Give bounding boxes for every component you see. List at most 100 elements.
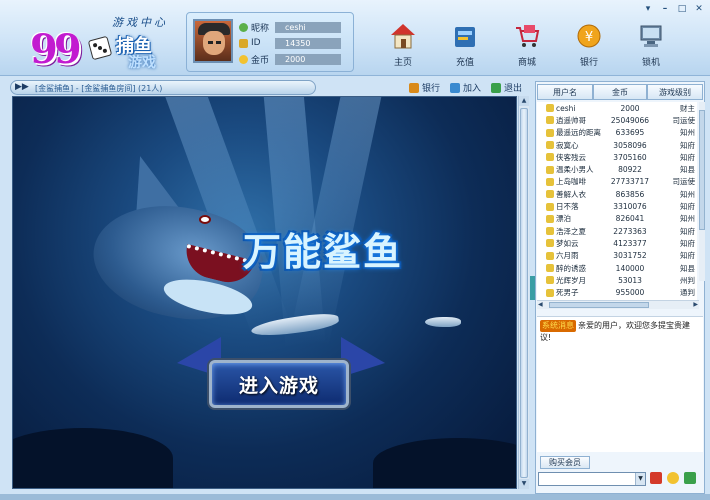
user-name-cell: 醉的诱惑 (537, 263, 603, 274)
user-coins: 53013 (618, 275, 642, 285)
nav-bank[interactable]: ¥ 银行 (558, 22, 620, 72)
user-level: 知府 (680, 226, 695, 236)
table-row[interactable]: 死男子 955000 通判 (537, 286, 697, 298)
table-row[interactable]: ceshi 2000 财主 (537, 102, 697, 114)
nickname-value: ceshi (275, 21, 341, 33)
scroll-right-icon[interactable]: ▶ (693, 301, 698, 309)
chat-messages: 系统消息 亲爱的用户，欢迎您多提宝贵建议! (537, 316, 703, 452)
column-username[interactable]: 用户名 (537, 84, 593, 100)
user-level: 知州 (680, 128, 695, 138)
join-button[interactable]: 加入 (449, 81, 481, 94)
join-icon (449, 82, 460, 93)
bank-coin-icon: ¥ (577, 24, 601, 48)
user-coins: 3058096 (613, 140, 647, 150)
breadcrumb: ▶▶ [金鲨捕鱼] - [金鲨捕鱼房间] (21人) (10, 80, 316, 95)
table-row[interactable]: 光辉岁月 53013 州判 (537, 274, 697, 286)
id-label: ID (251, 38, 261, 48)
scroll-left-icon[interactable]: ◀ (538, 301, 543, 309)
scroll-down-icon[interactable]: ▼ (519, 479, 529, 489)
user-name-cell: 温柔小男人 (537, 164, 603, 175)
menu-arrow-icon[interactable]: ▾ (641, 3, 655, 14)
rock (13, 428, 173, 488)
scroll-thumb[interactable] (520, 108, 528, 478)
table-row[interactable]: 浩泽之夏 2273363 知府 (537, 225, 697, 237)
game-scrollbar[interactable]: ▲ ▼ (518, 96, 529, 489)
table-row[interactable]: 醉的诱惑 140000 知县 (537, 262, 697, 274)
logo-numeral: 99 (30, 26, 82, 73)
bank-button-label: 银行 (421, 84, 440, 94)
avatar[interactable] (193, 19, 233, 63)
enter-game-button[interactable]: 进入游戏 (209, 360, 349, 408)
user-name: 光辉岁月 (556, 275, 586, 285)
vip-icon (239, 38, 248, 48)
exit-icon (490, 82, 501, 93)
user-info-card: 昵称 ceshi ID 14350 金币 2000 (186, 12, 354, 72)
exit-button[interactable]: 退出 (490, 81, 522, 94)
emoji-icon[interactable] (667, 472, 679, 484)
table-row[interactable]: 最遥远的距离 633695 知州 (537, 127, 697, 139)
shop-cart-icon (516, 25, 540, 47)
nav-lock[interactable]: 锁机 (620, 22, 682, 72)
user-status-icon (546, 264, 554, 272)
nav-home[interactable]: 主页 (372, 22, 434, 72)
user-name-cell: 光辉岁月 (537, 275, 603, 286)
table-row[interactable]: 日不落 3310076 知府 (537, 200, 697, 212)
user-name: 醉的诱惑 (556, 263, 586, 273)
user-name: 日不落 (556, 202, 579, 212)
user-coins: 80922 (618, 165, 642, 175)
user-status-icon (546, 116, 554, 125)
table-row[interactable]: 逍遥帅哥 25049066 司运使 (537, 114, 697, 126)
nickname-row: 昵称 ceshi (239, 21, 341, 34)
column-coins[interactable]: 金币 (593, 84, 647, 100)
room-titlebar: ▶▶ [金鲨捕鱼] - [金鲨捕鱼房间] (21人) 银行 加入 退出 (10, 79, 530, 96)
coins-label: 金币 (251, 55, 270, 66)
user-status-icon (546, 190, 554, 199)
table-row[interactable]: 上岛咖啡 27733717 司运使 (537, 176, 697, 188)
user-status-icon (546, 177, 554, 186)
column-level[interactable]: 游戏级别 (647, 84, 703, 100)
user-list-vscroll[interactable] (699, 102, 705, 281)
close-icon[interactable]: ✕ (692, 3, 706, 14)
window-controls: ▾ – □ ✕ (641, 3, 706, 14)
user-name-cell: 浩泽之夏 (537, 226, 603, 237)
user-name: 浩泽之夏 (556, 226, 586, 236)
send-icon[interactable] (684, 472, 696, 484)
table-row[interactable]: 漂泊 826041 知州 (537, 213, 697, 225)
table-row[interactable]: 梦如云 4123377 知府 (537, 237, 697, 249)
user-name-cell: 日不落 (537, 201, 603, 212)
join-button-label: 加入 (462, 84, 481, 94)
user-level: 司运使 (672, 115, 696, 125)
nav-recharge[interactable]: 充值 (434, 22, 496, 72)
buy-vip-button[interactable]: 购买会员 (540, 456, 590, 469)
logo-subtitle: 游戏中心 (112, 16, 168, 29)
fish (425, 317, 461, 327)
user-level: 知府 (680, 251, 695, 261)
scroll-thumb[interactable] (699, 110, 705, 230)
coins-value: 2000 (275, 53, 341, 65)
horn-icon[interactable] (650, 472, 662, 484)
user-coins: 633695 (615, 128, 645, 138)
user-coins: 863856 (615, 189, 645, 199)
nav-shop[interactable]: 商城 (496, 22, 558, 72)
user-coins: 4123377 (613, 238, 647, 248)
user-list-hscroll[interactable]: ◀ ▶ (537, 300, 699, 309)
table-row[interactable]: 善解人衣 863856 知州 (537, 188, 697, 200)
table-row[interactable]: 温柔小男人 80922 知县 (537, 163, 697, 175)
scroll-thumb[interactable] (549, 302, 649, 308)
chevron-down-icon[interactable]: ▼ (635, 473, 645, 485)
room-path: [金鲨捕鱼] - [金鲨捕鱼房间] (21人) (35, 84, 163, 93)
chat-input[interactable]: ▼ (538, 472, 646, 486)
double-arrow-icon[interactable]: ▶▶ (15, 82, 31, 93)
id-value: 14350 (275, 37, 341, 49)
user-coins: 3031752 (613, 251, 647, 261)
table-row[interactable]: 侠客残云 3705160 知府 (537, 151, 697, 163)
user-name-cell: 死男子 (537, 287, 603, 298)
maximize-icon[interactable]: □ (675, 3, 689, 14)
minimize-icon[interactable]: – (658, 3, 672, 14)
user-level: 知府 (680, 238, 695, 248)
bank-button[interactable]: 银行 (408, 81, 440, 94)
table-row[interactable]: 六月雨 3031752 知府 (537, 250, 697, 262)
table-row[interactable]: 寂寞心 3058096 知府 (537, 139, 697, 151)
scroll-up-icon[interactable]: ▲ (519, 96, 529, 106)
dice-icon (87, 35, 113, 61)
